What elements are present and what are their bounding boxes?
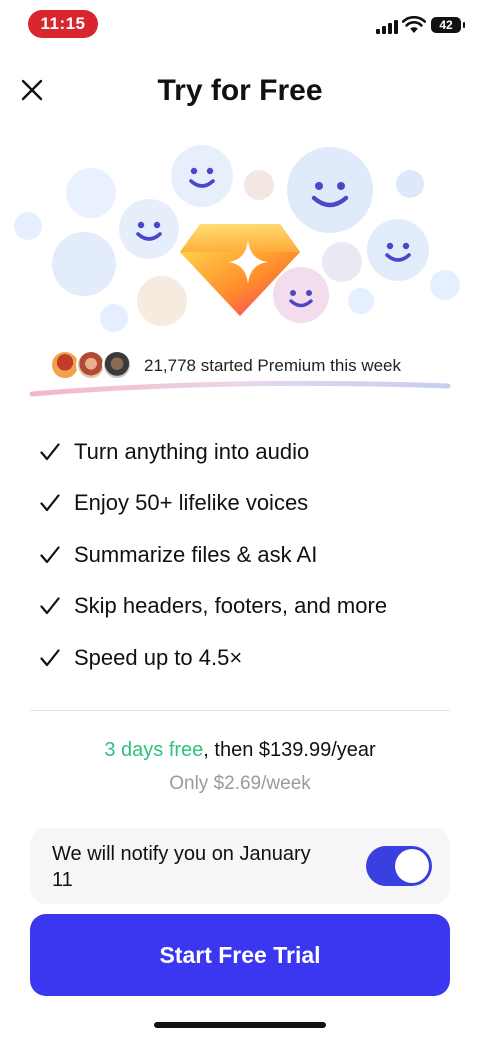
bubble-decoration	[348, 288, 374, 314]
divider	[30, 710, 450, 711]
avatar	[102, 350, 132, 380]
bubble-decoration	[244, 170, 274, 200]
notify-toggle[interactable]	[366, 846, 432, 886]
feature-item: Skip headers, footers, and more	[40, 581, 460, 633]
bubble-decoration	[66, 168, 116, 218]
checkmark-icon	[40, 443, 74, 461]
bubble-decoration	[100, 304, 128, 332]
diamond-sparkle-icon	[180, 224, 300, 316]
underline-swoosh	[29, 380, 451, 397]
status-time: 11:15	[28, 10, 98, 38]
page-title: Try for Free	[157, 74, 323, 107]
price-summary: 3 days free, then $139.99/year	[0, 736, 480, 764]
feature-label: Enjoy 50+ lifelike voices	[74, 490, 309, 516]
feature-label: Summarize files & ask AI	[74, 541, 318, 567]
weekly-price-text: Only $2.69/week	[169, 773, 311, 794]
bubble-decoration	[396, 170, 424, 198]
annual-price-text: , then $139.99/year	[203, 739, 376, 761]
bubble-decoration	[430, 270, 460, 300]
cellular-signal-icon	[376, 20, 398, 34]
smiley-face-icon	[367, 219, 429, 281]
bubble-decoration	[52, 232, 116, 296]
home-indicator	[154, 1022, 326, 1028]
bubble-decoration	[14, 212, 42, 240]
feature-label: Speed up to 4.5×	[74, 644, 243, 670]
checkmark-icon	[40, 546, 74, 564]
feature-item: Summarize files & ask AI	[40, 529, 460, 581]
feature-item: Enjoy 50+ lifelike voices	[40, 478, 460, 530]
toggle-knob	[395, 849, 429, 883]
smiley-face-icon	[119, 199, 179, 259]
feature-item: Turn anything into audio	[40, 426, 460, 478]
feature-label: Turn anything into audio	[74, 438, 310, 464]
notify-label: We will notify you on January 11	[52, 843, 311, 891]
feature-item: Speed up to 4.5×	[40, 632, 460, 684]
wifi-icon	[402, 16, 426, 33]
checkmark-icon	[40, 597, 74, 615]
hero-illustration	[0, 130, 480, 340]
social-proof-text: 21,778 started Premium this week	[144, 356, 402, 375]
checkmark-icon	[40, 649, 74, 667]
notify-card: We will notify you on January 11	[30, 828, 450, 904]
feature-list: Turn anything into audio Enjoy 50+ lifel…	[40, 426, 460, 684]
status-bar: 11:15 42	[0, 0, 480, 48]
start-free-trial-button[interactable]: Start Free Trial	[30, 914, 450, 996]
feature-label: Skip headers, footers, and more	[74, 593, 388, 619]
checkmark-icon	[40, 494, 74, 512]
free-trial-text: 3 days free	[104, 739, 204, 761]
battery-icon: 42	[431, 17, 465, 33]
smiley-face-icon	[287, 147, 373, 233]
